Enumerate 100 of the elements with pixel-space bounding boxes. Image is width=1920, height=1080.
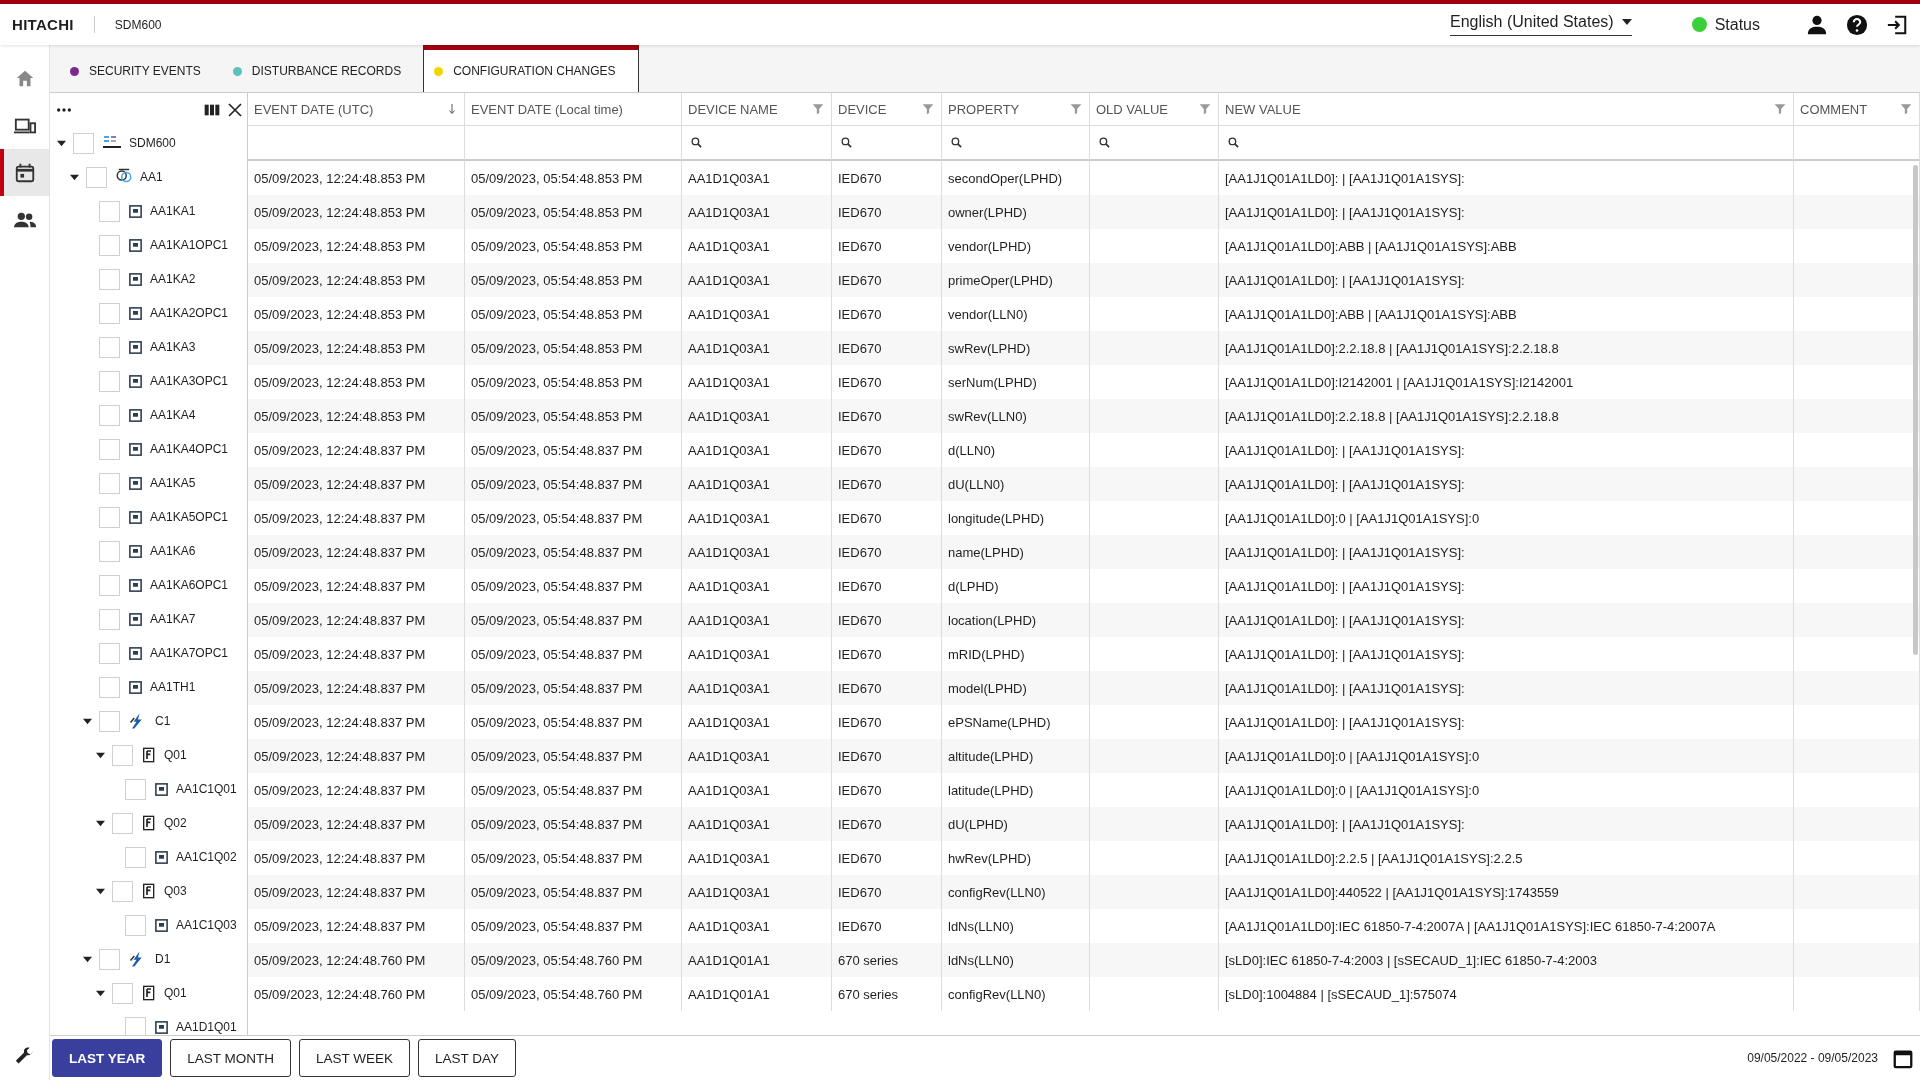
tree-item[interactable]: AA1KA6OPC1 — [150, 578, 229, 592]
tree-item[interactable]: AA1KA6 — [150, 544, 196, 558]
column-header[interactable]: DEVICE — [832, 93, 942, 126]
tree-item[interactable]: AA1KA3 — [150, 340, 196, 354]
table-cell: [AA1J1Q01A1LD0]:0 | [AA1J1Q01A1SYS]:0 — [1219, 739, 1794, 773]
logout-icon[interactable] — [1886, 13, 1908, 36]
tree-item[interactable]: AA1KA2OPC1 — [150, 306, 229, 320]
table-cell: 05/09/2023, 05:54:48.837 PM — [465, 535, 682, 569]
checkbox[interactable] — [86, 166, 107, 188]
column-header[interactable]: COMMENT — [1794, 93, 1920, 126]
checkbox[interactable] — [99, 234, 120, 256]
filter-icon[interactable] — [1899, 102, 1913, 116]
calendar-icon[interactable] — [0, 149, 49, 196]
checkbox[interactable] — [99, 472, 120, 494]
column-header[interactable]: DEVICE NAME — [682, 93, 832, 126]
tree-item[interactable]: D1 — [155, 952, 171, 966]
device-icon — [128, 237, 143, 253]
table-cell: 05/09/2023, 05:54:48.837 PM — [465, 467, 682, 501]
close-icon[interactable] — [227, 101, 243, 118]
checkbox[interactable] — [73, 132, 94, 154]
tree-item[interactable]: C1 — [155, 714, 171, 728]
checkbox[interactable] — [112, 812, 133, 834]
tree-item[interactable]: AA1KA2 — [150, 272, 196, 286]
filter-icon[interactable] — [1773, 102, 1787, 116]
user-icon[interactable] — [1806, 13, 1828, 36]
tab[interactable]: CONFIGURATION CHANGES — [423, 45, 639, 92]
tree-item[interactable]: AA1KA5 — [150, 476, 196, 490]
tree-item[interactable]: AA1KA7 — [150, 612, 196, 626]
tree-item[interactable]: AA1D1Q01 — [176, 1020, 237, 1034]
column-header[interactable]: PROPERTY — [942, 93, 1090, 126]
checkbox[interactable] — [112, 880, 133, 902]
checkbox[interactable] — [125, 846, 146, 868]
tree-item[interactable]: Q01 — [164, 986, 187, 1000]
checkbox[interactable] — [99, 710, 120, 732]
table-cell: 05/09/2023, 05:54:48.853 PM — [465, 263, 682, 297]
table-cell: 05/09/2023, 12:24:48.853 PM — [248, 195, 465, 229]
checkbox[interactable] — [112, 744, 133, 766]
tab[interactable]: SECURITY EVENTS — [60, 50, 223, 92]
tree-item[interactable]: AA1KA4OPC1 — [150, 442, 229, 456]
checkbox[interactable] — [99, 438, 120, 460]
checkbox[interactable] — [99, 540, 120, 562]
checkbox[interactable] — [99, 948, 120, 970]
tree-item[interactable]: AA1KA1 — [150, 204, 196, 218]
table-cell: 05/09/2023, 05:54:48.837 PM — [465, 739, 682, 773]
device-icon — [128, 475, 143, 491]
range-button[interactable]: LAST YEAR — [52, 1039, 163, 1077]
table-cell: AA1D1Q03A1 — [682, 807, 832, 841]
scrollbar[interactable] — [1913, 165, 1918, 655]
tab[interactable]: DISTURBANCE RECORDS — [222, 50, 424, 92]
table-cell: 05/09/2023, 05:54:48.853 PM — [465, 331, 682, 365]
checkbox[interactable] — [99, 336, 120, 358]
table-cell: [AA1J1Q01A1LD0]: | [AA1J1Q01A1SYS]: — [1219, 263, 1794, 297]
table-cell: IED670 — [832, 195, 942, 229]
help-icon[interactable] — [1846, 13, 1868, 36]
device-icon — [128, 407, 143, 423]
column-header[interactable]: EVENT DATE (Local time) — [465, 93, 682, 126]
filter-icon[interactable] — [1069, 102, 1083, 116]
filter-icon[interactable] — [811, 102, 825, 116]
table-cell: 05/09/2023, 12:24:48.837 PM — [248, 739, 465, 773]
tree-item[interactable]: AA1 — [140, 170, 163, 184]
checkbox[interactable] — [99, 608, 120, 630]
column-header[interactable]: EVENT DATE (UTC) — [248, 93, 465, 126]
column-header[interactable]: NEW VALUE — [1219, 93, 1794, 126]
checkbox[interactable] — [99, 370, 120, 392]
language-select[interactable]: English (United States) — [1450, 13, 1632, 36]
checkbox[interactable] — [99, 268, 120, 290]
range-button[interactable]: LAST MONTH — [170, 1039, 292, 1077]
checkbox[interactable] — [125, 914, 146, 936]
range-button[interactable]: LAST DAY — [418, 1039, 517, 1077]
table-cell: 05/09/2023, 12:24:48.837 PM — [248, 603, 465, 637]
checkbox[interactable] — [99, 200, 120, 222]
tree-item[interactable]: AA1C1Q02 — [176, 850, 237, 864]
checkbox[interactable] — [112, 982, 133, 1004]
tree-item[interactable]: Q02 — [164, 816, 187, 830]
checkbox[interactable] — [99, 404, 120, 426]
checkbox[interactable] — [99, 574, 120, 596]
checkbox[interactable] — [99, 676, 120, 698]
tree-item[interactable]: Q03 — [164, 884, 187, 898]
range-button[interactable]: LAST WEEK — [299, 1039, 411, 1077]
checkbox[interactable] — [125, 1016, 146, 1035]
filter-icon[interactable] — [1198, 102, 1212, 116]
checkbox[interactable] — [125, 778, 146, 800]
search-icon — [690, 136, 703, 149]
tree-item[interactable]: AA1KA4 — [150, 408, 196, 422]
tree-item[interactable]: SDM600 — [129, 136, 176, 150]
tree-item[interactable]: AA1C1Q03 — [176, 918, 237, 932]
checkbox[interactable] — [99, 642, 120, 664]
filter-icon[interactable] — [921, 102, 935, 116]
checkbox[interactable] — [99, 506, 120, 528]
tree-item[interactable]: AA1KA1OPC1 — [150, 238, 229, 252]
tree-item[interactable]: AA1KA7OPC1 — [150, 646, 229, 660]
tree-item[interactable]: Q01 — [164, 748, 187, 762]
tree-item[interactable]: AA1TH1 — [150, 680, 196, 694]
table-cell: 05/09/2023, 05:54:48.853 PM — [465, 195, 682, 229]
tree-item[interactable]: AA1KA3OPC1 — [150, 374, 229, 388]
column-header[interactable]: OLD VALUE — [1090, 93, 1219, 126]
table-cell: 05/09/2023, 05:54:48.853 PM — [465, 399, 682, 433]
checkbox[interactable] — [99, 302, 120, 324]
tree-item[interactable]: AA1KA5OPC1 — [150, 510, 229, 524]
tree-item[interactable]: AA1C1Q01 — [176, 782, 237, 796]
